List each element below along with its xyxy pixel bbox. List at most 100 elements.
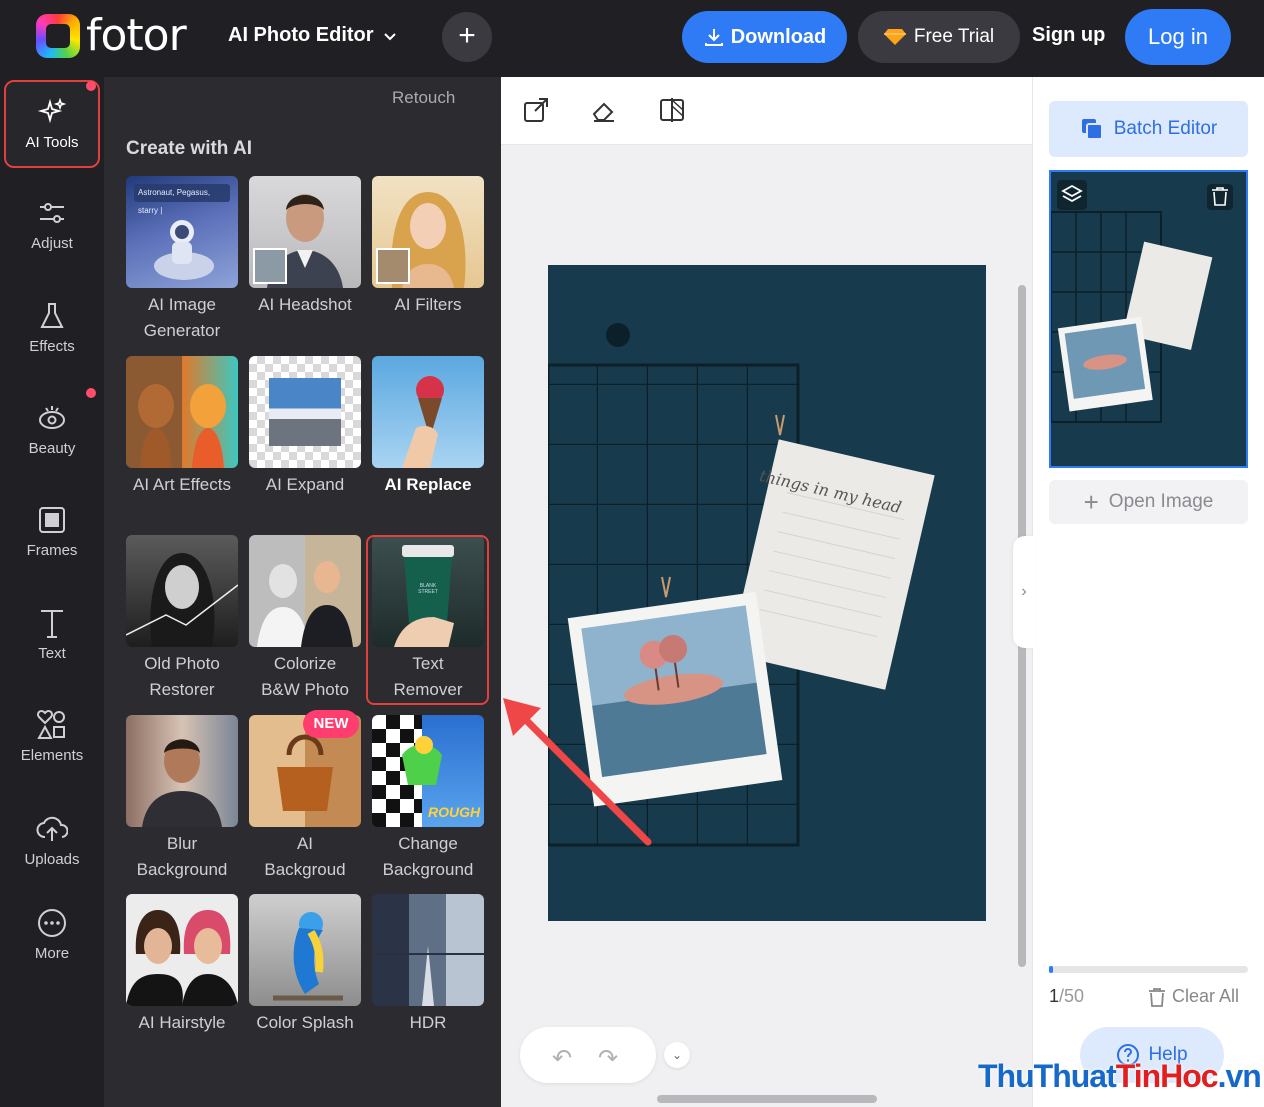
section-title: Create with AI <box>126 138 252 159</box>
horizontal-scrollbar[interactable] <box>657 1095 877 1103</box>
tool-thumbnail: ROUGH <box>372 715 484 827</box>
tool-label: Old Photo Restorer <box>144 654 220 699</box>
plus-icon: + <box>1083 487 1099 517</box>
sticker-text: ROUGH <box>428 804 481 820</box>
compare-icon[interactable] <box>658 96 686 124</box>
rail-item-text[interactable]: Text <box>4 593 100 681</box>
image-counter: 1/50 <box>1049 986 1085 1006</box>
rail-item-ai-tools[interactable]: AI Tools <box>4 80 100 168</box>
rail-label: Effects <box>29 338 75 355</box>
rail-item-beauty[interactable]: Beauty <box>4 388 100 476</box>
add-button[interactable]: + <box>442 12 492 62</box>
rail-label: Adjust <box>31 235 73 252</box>
clear-all-label: Clear All <box>1172 986 1240 1006</box>
rail-label: Frames <box>26 542 78 559</box>
tool-label: Colorize B&W Photo <box>261 654 349 699</box>
eye-icon <box>39 406 65 429</box>
retouch-tab[interactable]: Retouch <box>392 88 455 108</box>
rail-item-adjust[interactable]: Adjust <box>4 183 100 271</box>
tool-thumbnail <box>249 356 361 468</box>
sliders-icon <box>40 203 64 223</box>
canvas-photo[interactable]: things in my head <box>548 265 986 921</box>
eraser-icon[interactable] <box>590 96 618 124</box>
download-label: Download <box>730 25 827 48</box>
tool-change-background[interactable]: ROUGH Change Background <box>372 715 484 883</box>
clear-all-button[interactable]: Clear All <box>1148 986 1239 1007</box>
rail-item-elements[interactable]: Elements <box>4 695 100 783</box>
frame-icon <box>39 507 65 533</box>
tool-label: AI Filters <box>394 295 462 314</box>
progress-fill <box>1049 966 1053 973</box>
brand-name[interactable]: fotor <box>86 10 187 61</box>
tool-ai-image-generator[interactable]: Astronaut, Pegasus, starry | AI Image Gen… <box>126 176 238 344</box>
batch-editor-button[interactable]: Batch Editor <box>1049 101 1248 157</box>
tool-thumbnail <box>372 356 484 468</box>
tool-hdr[interactable]: HDR <box>372 894 484 1036</box>
tool-label: HDR <box>409 1013 447 1032</box>
rail-item-frames[interactable]: Frames <box>4 490 100 578</box>
text-icon <box>41 610 63 638</box>
image-thumbnail[interactable] <box>1049 170 1248 468</box>
tool-label: AI Replace <box>384 475 472 494</box>
canvas-toolbar <box>501 77 1032 145</box>
tool-label: Change Background <box>382 834 474 879</box>
site-watermark: ThuThuatTinHoc.vn <box>978 1058 1262 1094</box>
more-icon <box>38 909 66 937</box>
undo-icon[interactable]: ↶ <box>552 1044 572 1073</box>
layers-icon[interactable] <box>1057 180 1087 210</box>
download-icon <box>704 29 723 46</box>
tool-blur-background[interactable]: Blur Background <box>126 715 238 883</box>
tool-ai-expand[interactable]: AI Expand <box>249 356 361 498</box>
diamond-icon <box>883 29 906 45</box>
chevron-down-icon[interactable]: ⌄ <box>664 1042 690 1068</box>
tool-thumbnail <box>126 356 238 468</box>
tool-old-photo-restorer[interactable]: Old Photo Restorer <box>126 535 238 703</box>
download-button[interactable]: Download <box>682 11 847 63</box>
editor-menu[interactable]: AI Photo Editor <box>228 24 398 47</box>
tool-thumbnail <box>126 894 238 1006</box>
sign-up-link[interactable]: Sign up <box>1032 24 1105 47</box>
resize-icon[interactable] <box>522 96 550 124</box>
tool-ai-background[interactable]: AI Backgroud <box>249 715 361 883</box>
tool-thumbnail: Astronaut, Pegasus, starry | <box>126 176 238 288</box>
tool-label: Blur Background <box>136 834 228 879</box>
notification-dot <box>86 81 96 91</box>
tool-label: AI Expand <box>265 475 345 494</box>
tool-label: AI Image Generator <box>143 295 221 340</box>
tool-colorize-bw-photo[interactable]: Colorize B&W Photo <box>249 535 361 703</box>
tool-thumbnail <box>249 176 361 288</box>
open-image-button[interactable]: + Open Image <box>1049 480 1248 524</box>
fotor-logo-icon[interactable] <box>36 14 80 58</box>
image-count-progress <box>1049 966 1248 973</box>
free-trial-button[interactable]: Free Trial <box>858 11 1020 63</box>
rail-item-more[interactable]: More <box>4 893 100 981</box>
open-image-label: Open Image <box>1108 491 1214 512</box>
tool-ai-hairstyle[interactable]: AI Hairstyle <box>126 894 238 1036</box>
tool-label: AI Hairstyle <box>138 1013 226 1032</box>
flask-icon <box>40 303 64 328</box>
rail-label: Text <box>38 645 66 662</box>
editor-menu-label: AI Photo Editor <box>228 24 374 46</box>
sparkle-icon <box>37 97 67 124</box>
tool-color-splash[interactable]: Color Splash <box>249 894 361 1036</box>
log-in-button[interactable]: Log in <box>1125 9 1231 65</box>
tool-label: AI Art Effects <box>133 475 231 494</box>
free-trial-label: Free Trial <box>913 26 995 47</box>
tool-ai-headshot[interactable]: AI Headshot <box>249 176 361 318</box>
chevron-down-icon <box>383 32 396 40</box>
rail-label: AI Tools <box>25 134 79 151</box>
tool-ai-replace[interactable]: AI Replace <box>372 356 484 498</box>
rail-item-effects[interactable]: Effects <box>4 286 100 374</box>
trash-icon[interactable] <box>1207 184 1233 210</box>
redo-icon[interactable]: ↷ <box>598 1044 618 1073</box>
rail-item-uploads[interactable]: Uploads <box>4 799 100 887</box>
undo-redo-group <box>520 1027 656 1083</box>
tool-ai-art-effects[interactable]: AI Art Effects <box>126 356 238 498</box>
prompt-caption: Astronaut, Pegasus, starry | <box>134 184 230 215</box>
rail-label: More <box>34 945 70 962</box>
rail-label: Uploads <box>24 851 80 868</box>
expand-right-panel-button[interactable]: › <box>1013 536 1035 648</box>
highlight-box <box>366 535 489 705</box>
tool-thumbnail <box>126 535 238 647</box>
tool-ai-filters[interactable]: AI Filters <box>372 176 484 318</box>
